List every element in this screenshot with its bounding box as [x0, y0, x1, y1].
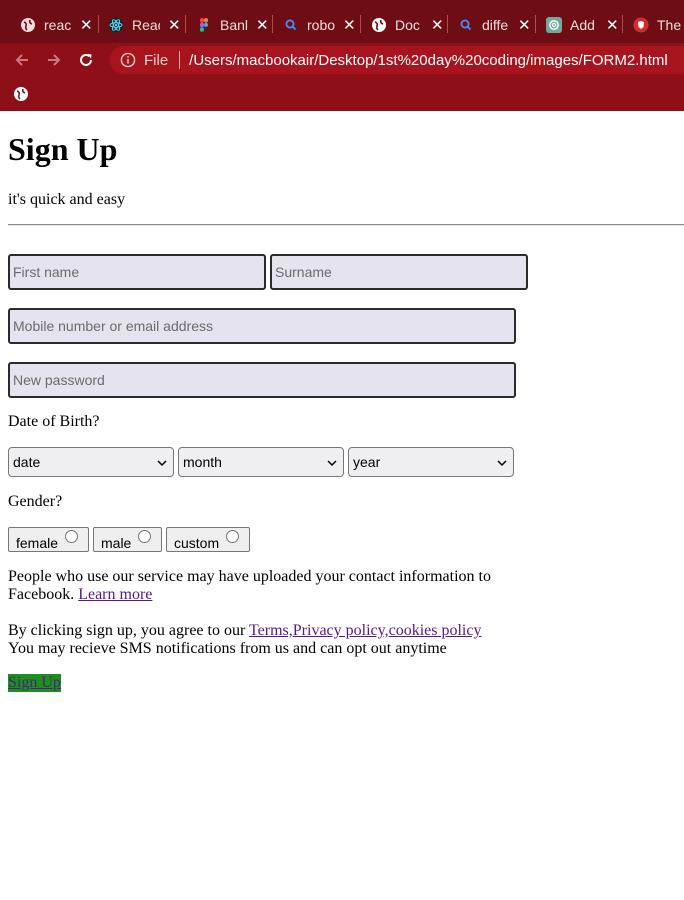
url-scheme: File	[144, 51, 169, 69]
address-bar[interactable]: File /Users/macbookair/Desktop/1st%20day…	[110, 46, 684, 74]
close-icon[interactable]: ✕	[80, 16, 93, 34]
url-text[interactable]: /Users/macbookair/Desktop/1st%20day%20co…	[189, 52, 668, 69]
page-content: Sign Up it's quick and easy Date of Birt…	[0, 111, 684, 900]
upload-notice: People who use our service may have uplo…	[8, 568, 508, 604]
tab-title: Doc	[395, 17, 420, 33]
tab-title: The	[657, 17, 682, 33]
terms-link[interactable]: Terms,	[249, 622, 293, 639]
tab-2[interactable]: Reac ✕	[108, 9, 181, 41]
bookmarks-bar	[0, 77, 684, 111]
password-input[interactable]	[8, 362, 516, 398]
tab-separator	[622, 15, 623, 33]
search-icon	[283, 17, 299, 33]
date-select[interactable]: date	[8, 447, 174, 477]
chatgpt-icon	[546, 17, 562, 33]
radio-button[interactable]	[65, 530, 79, 543]
tab-title: Add	[570, 17, 595, 33]
figma-icon	[196, 17, 212, 33]
dob-label: Date of Birth?	[8, 413, 100, 430]
tab-separator	[98, 15, 99, 33]
globe-icon	[20, 17, 36, 33]
back-icon[interactable]	[9, 47, 35, 73]
react-icon	[108, 17, 124, 33]
tab-8[interactable]: The	[633, 9, 684, 41]
tab-7[interactable]: Add ✕	[546, 9, 619, 41]
first-name-input[interactable]	[8, 254, 266, 290]
year-select[interactable]: year	[348, 447, 514, 477]
tab-5[interactable]: Doc ✕	[371, 9, 444, 41]
address-divider	[179, 51, 181, 69]
globe-icon[interactable]	[13, 86, 29, 102]
search-icon	[458, 17, 474, 33]
radio-button[interactable]	[226, 530, 240, 543]
tab-separator	[447, 15, 448, 33]
close-icon[interactable]: ✕	[168, 16, 181, 34]
tab-separator	[535, 15, 536, 33]
gender-option-custom[interactable]: custom	[166, 527, 250, 552]
tab-title: reac	[44, 17, 72, 33]
year-select-value: year	[353, 454, 381, 470]
tab-title: Reac	[132, 17, 160, 33]
radio-button[interactable]	[138, 530, 152, 543]
month-select[interactable]: month	[178, 447, 344, 477]
info-icon[interactable]	[120, 52, 136, 68]
tab-6[interactable]: diffe ✕	[458, 9, 531, 41]
close-icon[interactable]: ✕	[431, 16, 444, 34]
tab-title: diffe	[482, 17, 509, 33]
tab-separator	[360, 15, 361, 33]
tab-separator	[272, 15, 273, 33]
page-title: Sign Up	[8, 131, 118, 167]
close-icon[interactable]: ✕	[518, 16, 531, 34]
gender-label: Gender?	[8, 493, 63, 510]
browser-toolbar: File /Users/macbookair/Desktop/1st%20day…	[0, 43, 684, 77]
chevron-down-icon	[157, 454, 167, 470]
divider	[8, 224, 684, 226]
terms-notice: By clicking sign up, you agree to our Te…	[8, 622, 568, 658]
chevron-down-icon	[327, 454, 337, 470]
date-select-value: date	[13, 454, 41, 470]
surname-input[interactable]	[270, 254, 528, 290]
tagline: it's quick and easy	[8, 191, 126, 208]
cookies-link[interactable]: cookies policy	[389, 622, 482, 639]
tab-4[interactable]: robo ✕	[283, 9, 356, 41]
month-select-value: month	[183, 454, 222, 470]
terms-prefix: By clicking sign up, you agree to our	[8, 622, 246, 639]
close-icon[interactable]: ✕	[343, 16, 356, 34]
gender-option-label: male	[101, 534, 132, 551]
sms-notice: You may recieve SMS notifications from u…	[8, 640, 447, 657]
forward-icon[interactable]	[41, 47, 67, 73]
gender-option-label: female	[16, 534, 59, 551]
chevron-down-icon	[497, 454, 507, 470]
gender-option-female[interactable]: female	[8, 527, 89, 552]
reload-icon[interactable]	[73, 47, 99, 73]
tab-1[interactable]: reac ✕	[20, 9, 93, 41]
learn-more-link[interactable]: Learn more	[78, 586, 152, 603]
gender-option-label: custom	[174, 534, 220, 551]
privacy-link[interactable]: Privacy policy,	[293, 622, 389, 639]
sign-up-button[interactable]: Sign Up	[8, 674, 61, 692]
globe-icon	[371, 17, 387, 33]
gender-option-male[interactable]: male	[93, 527, 162, 552]
tab-strip: reac ✕ Reac ✕ Banl ✕ robo ✕ Doc ✕	[0, 0, 684, 43]
brave-icon	[633, 17, 649, 33]
tab-title: robo	[307, 17, 335, 33]
close-icon[interactable]: ✕	[256, 16, 269, 34]
close-icon[interactable]: ✕	[606, 16, 619, 34]
tab-separator	[185, 15, 186, 33]
tab-3[interactable]: Banl ✕	[196, 9, 269, 41]
tab-title: Banl	[220, 17, 248, 33]
contact-input[interactable]	[8, 308, 516, 344]
